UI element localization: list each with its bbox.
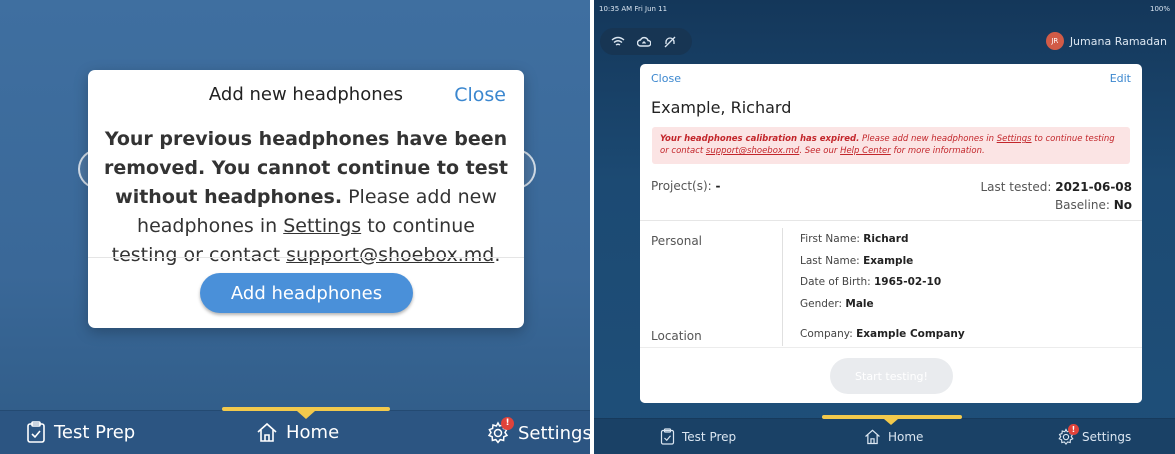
support-email-link[interactable]: support@shoebox.md [286, 244, 494, 266]
status-bar: 10:35 AM Fri Jun 11 100% [599, 5, 1170, 13]
last-tested-value: 2021-06-08 [1055, 180, 1132, 194]
gender-field: Gender: Male [800, 298, 874, 310]
baseline-value: No [1113, 198, 1132, 212]
tab-label: Home [286, 421, 340, 443]
projects-value: - [715, 179, 721, 193]
last-name-field: Last Name: Example [800, 255, 913, 267]
field-value: Richard [863, 233, 909, 245]
modal-close-button[interactable]: Close [454, 84, 506, 106]
first-name-field: First Name: Richard [800, 233, 908, 245]
connection-status-pill[interactable] [600, 28, 692, 55]
tab-label: Home [888, 429, 924, 444]
tab-label: Settings [1082, 430, 1132, 444]
add-headphones-button[interactable]: Add headphones [200, 273, 413, 313]
divider [640, 220, 1142, 221]
field-label: First Name: [800, 233, 860, 245]
wifi-icon [611, 36, 625, 46]
alert-bold: Your headphones calibration has expired. [660, 134, 860, 144]
tab-settings[interactable]: Settings ! [1057, 424, 1132, 446]
alert-text: for more information. [890, 146, 985, 156]
avatar: JR [1045, 32, 1064, 50]
status-battery: 100% [1149, 5, 1170, 13]
tab-test-prep[interactable]: Test Prep [26, 421, 135, 443]
field-label: Gender: [800, 298, 843, 310]
field-label: Date of Birth: [800, 276, 871, 288]
patient-name: Example, Richard [651, 98, 792, 117]
alert-text: Please add new headphones in [859, 134, 997, 144]
tab-home[interactable]: Home [256, 421, 339, 443]
tab-bar: Test Prep Home Settings ! [0, 407, 590, 454]
company-field: Company: Example Company [800, 328, 965, 340]
user-menu[interactable]: JR Jumana Ramadan [1045, 32, 1167, 50]
help-center-link[interactable]: Help Center [840, 146, 891, 156]
tab-home[interactable]: Home [864, 428, 923, 445]
tab-label: Test Prep [54, 421, 136, 443]
tab-bar: Test Prep Home Settings ! [594, 415, 1175, 454]
baseline-label: Baseline: [1054, 198, 1110, 212]
last-tested-label: Last tested: [980, 180, 1052, 194]
projects-row: Project(s): - [651, 179, 721, 193]
location-section-label: Location [651, 329, 702, 343]
modal-message: Your previous headphones have been remov… [104, 125, 508, 270]
clipboard-check-icon [660, 428, 675, 445]
status-time: 10:35 AM Fri Jun 11 [599, 5, 668, 13]
home-icon [865, 429, 880, 445]
personal-section-label: Personal [651, 234, 703, 248]
alert-text: . See our [799, 146, 841, 156]
modal-message-text: . [494, 244, 501, 266]
active-tab-caret [884, 419, 898, 425]
field-value: Male [845, 298, 874, 310]
dob-field: Date of Birth: 1965-02-10 [800, 276, 941, 288]
field-value: Example Company [856, 328, 965, 340]
settings-link[interactable]: Settings [283, 215, 361, 237]
headphones-off-icon [664, 36, 676, 47]
tab-test-prep[interactable]: Test Prep [660, 428, 736, 445]
active-tab-caret [297, 411, 315, 419]
cloud-upload-icon [637, 36, 651, 47]
projects-label: Project(s): [651, 179, 712, 193]
start-testing-footer: Start testing! [640, 347, 1142, 403]
modal-divider [88, 257, 524, 258]
card-edit-button[interactable]: Edit [1110, 72, 1131, 85]
tab-label: Test Prep [682, 429, 737, 444]
home-icon [257, 422, 277, 442]
calibration-expired-alert: Your headphones calibration has expired.… [652, 127, 1130, 164]
user-name: Jumana Ramadan [1069, 34, 1167, 48]
left-screenshot: Add new headphones Close Your previous h… [0, 0, 590, 454]
settings-alert-badge: ! [501, 417, 514, 430]
field-label: Last Name: [800, 255, 860, 267]
support-email-link[interactable]: support@shoebox.md [706, 146, 799, 156]
tab-label: Settings [518, 422, 590, 444]
clipboard-check-icon [27, 421, 45, 443]
card-close-button[interactable]: Close [651, 72, 681, 85]
field-value: Example [863, 255, 914, 267]
patient-detail-card: Close Edit Example, Richard Your headpho… [640, 64, 1142, 403]
settings-alert-badge: ! [1068, 424, 1079, 435]
right-screenshot: 10:35 AM Fri Jun 11 100% JR Jumana Ramad… [594, 0, 1175, 454]
settings-link[interactable]: Settings [997, 134, 1032, 144]
field-value: 1965-02-10 [873, 276, 942, 288]
test-summary: Last tested: 2021-06-08 Baseline: No [981, 178, 1133, 214]
start-testing-button[interactable]: Start testing! [830, 358, 953, 394]
tab-settings[interactable]: Settings ! [486, 417, 590, 445]
section-divider [782, 228, 783, 346]
field-label: Company: [800, 328, 853, 340]
